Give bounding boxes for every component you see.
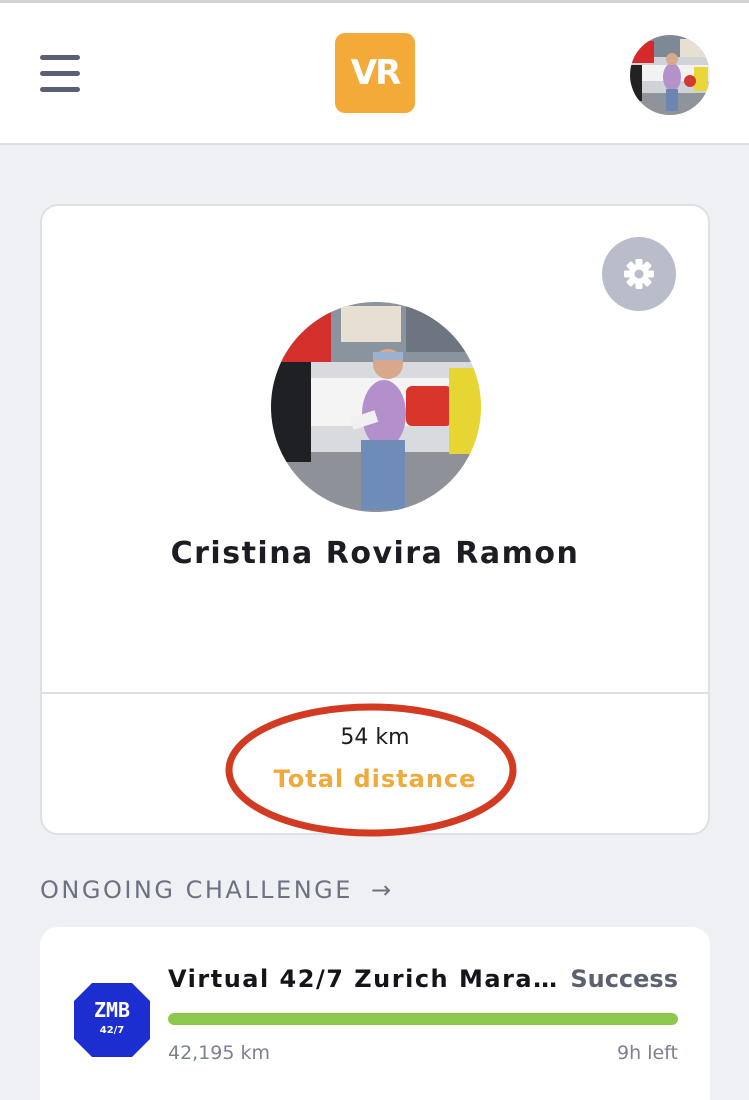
profile-name: Cristina Rovira Ramon xyxy=(170,536,580,571)
challenge-distance: 42,195 km xyxy=(168,1042,271,1064)
gear-icon xyxy=(624,259,654,289)
challenge-title: Virtual 42/7 Zurich Marat... xyxy=(168,965,558,993)
top-app-bar: VR xyxy=(0,0,749,145)
app-logo[interactable]: VR xyxy=(335,33,415,113)
progress-fill xyxy=(168,1013,678,1025)
total-distance-value: 54 km xyxy=(340,725,410,750)
avatar-photo xyxy=(630,35,710,115)
challenge-card[interactable]: ZMB 42/7 Virtual 42/7 Zurich Marat... Su… xyxy=(40,927,710,1100)
menu-line xyxy=(40,87,80,92)
menu-line xyxy=(40,55,80,60)
card-divider xyxy=(42,692,708,694)
user-avatar-button[interactable] xyxy=(630,35,710,115)
menu-line xyxy=(40,71,80,76)
challenge-status: Success xyxy=(570,965,678,993)
ongoing-challenge-link[interactable]: ONGOING CHALLENGE → xyxy=(40,874,391,906)
challenge-time-left: 9h left xyxy=(617,1042,678,1064)
profile-card: Cristina Rovira Ramon 54 km Total distan… xyxy=(40,204,710,837)
challenge-progress-bar xyxy=(168,1013,678,1025)
section-title: ONGOING CHALLENGE xyxy=(40,876,353,904)
total-distance-label: Total distance xyxy=(273,765,477,793)
hamburger-menu-button[interactable] xyxy=(38,53,82,97)
badge-subtext: 42/7 xyxy=(100,1025,125,1036)
arrow-right-icon: → xyxy=(370,876,392,904)
challenge-badge-icon: ZMB 42/7 xyxy=(74,983,150,1057)
badge-text: ZMB xyxy=(94,998,130,1022)
profile-photo xyxy=(271,302,481,512)
settings-button[interactable] xyxy=(602,237,676,311)
